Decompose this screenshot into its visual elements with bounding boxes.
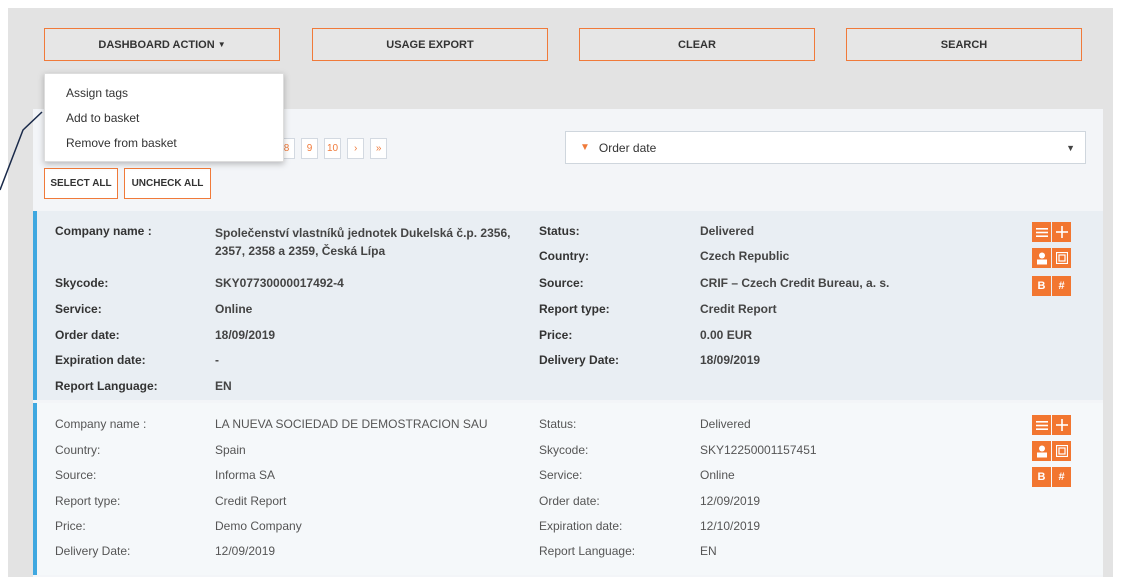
price-value: 0.00 EUR xyxy=(700,328,753,342)
order-date-value: 18/09/2019 xyxy=(215,328,276,342)
order-date-label: Order date: xyxy=(539,494,600,508)
sort-select[interactable]: ▼ Order date ▼ xyxy=(565,131,1086,164)
delivery-date-label: Delivery Date: xyxy=(539,353,620,367)
report-language-label: Report Language: xyxy=(55,379,158,393)
dashboard-action-menu: Assign tags Add to basket Remove from ba… xyxy=(44,73,284,162)
order-date-value: 12/09/2019 xyxy=(700,494,761,508)
report-language-value: EN xyxy=(215,379,232,393)
next-page-button[interactable]: › xyxy=(347,138,365,159)
country-value: Spain xyxy=(215,443,246,457)
service-value: Online xyxy=(700,468,735,482)
country-label: Country: xyxy=(55,443,101,457)
plus-icon[interactable] xyxy=(1052,222,1071,242)
list-icon[interactable] xyxy=(1032,415,1051,435)
service-label: Service: xyxy=(55,302,102,316)
menu-item-assign-tags[interactable]: Assign tags xyxy=(66,86,128,100)
status-value: Delivered xyxy=(700,224,755,238)
search-button[interactable]: SEARCH xyxy=(846,28,1082,61)
service-label: Service: xyxy=(539,468,583,482)
callout-line xyxy=(0,111,43,191)
expiration-date-label: Expiration date: xyxy=(55,353,146,367)
menu-item-add-to-basket[interactable]: Add to basket xyxy=(66,111,139,125)
page-9-button[interactable]: 9 xyxy=(301,138,318,159)
country-value: Czech Republic xyxy=(700,249,790,263)
page-10-button[interactable]: 10 xyxy=(324,138,342,159)
source-value: Informa SA xyxy=(215,468,276,482)
hash-icon[interactable]: # xyxy=(1052,467,1071,487)
price-label: Price: xyxy=(539,328,573,342)
source-label: Source: xyxy=(55,468,97,482)
price-label: Price: xyxy=(55,519,86,533)
expiration-date-label: Expiration date: xyxy=(539,519,623,533)
source-label: Source: xyxy=(539,276,584,290)
print-icon[interactable] xyxy=(1052,441,1071,461)
pagination: 8 9 10 › » xyxy=(278,138,388,159)
b-icon[interactable]: B xyxy=(1032,467,1051,487)
b-icon[interactable]: B xyxy=(1032,276,1051,296)
plus-icon[interactable] xyxy=(1052,415,1071,435)
report-type-label: Report type: xyxy=(539,302,610,316)
report-record: Company name : Společenství vlastníků je… xyxy=(33,211,1103,400)
company-name-value: LA NUEVA SOCIEDAD DE DEMOSTRACION SAU xyxy=(215,417,488,431)
source-value: CRIF – Czech Credit Bureau, a. s. xyxy=(700,276,890,290)
uncheck-all-button[interactable]: UNCHECK ALL xyxy=(124,168,211,199)
company-name-label: Company name : xyxy=(55,224,152,238)
delivery-date-value: 18/09/2019 xyxy=(700,353,761,367)
last-page-button[interactable]: » xyxy=(370,138,388,159)
report-language-value: EN xyxy=(700,544,717,558)
status-label: Status: xyxy=(539,417,577,431)
status-value: Delivered xyxy=(700,417,751,431)
clear-button[interactable]: CLEAR xyxy=(579,28,815,61)
chevron-down-icon: ▼ xyxy=(1066,142,1075,153)
skycode-value: SKY12250001157451 xyxy=(700,443,817,457)
delivery-date-label: Delivery Date: xyxy=(55,544,131,558)
company-name-label: Company name : xyxy=(55,417,147,431)
dashboard-action-label: DASHBOARD ACTION xyxy=(98,38,215,51)
report-type-value: Credit Report xyxy=(215,494,287,508)
dashboard-action-button[interactable]: DASHBOARD ACTION ▼ xyxy=(44,28,280,61)
menu-item-remove-from-basket[interactable]: Remove from basket xyxy=(66,136,177,150)
sort-selected-label: Order date xyxy=(598,140,657,155)
country-label: Country: xyxy=(539,249,589,263)
skycode-label: Skycode: xyxy=(539,443,589,457)
person-icon[interactable] xyxy=(1032,441,1051,461)
service-value: Online xyxy=(215,302,253,316)
company-name-value: Společenství vlastníků jednotek Dukelská… xyxy=(215,226,511,258)
caret-down-icon: ▼ xyxy=(217,40,226,49)
person-icon[interactable] xyxy=(1032,248,1051,268)
order-date-label: Order date: xyxy=(55,328,120,342)
report-record: Company name : LA NUEVA SOCIEDAD DE DEMO… xyxy=(33,403,1103,575)
expiration-date-value: - xyxy=(215,353,219,367)
report-language-label: Report Language: xyxy=(539,544,636,558)
expiration-date-value: 12/10/2019 xyxy=(700,519,761,533)
list-icon[interactable] xyxy=(1032,222,1051,242)
delivery-date-value: 12/09/2019 xyxy=(215,544,276,558)
price-value: Demo Company xyxy=(215,519,302,533)
sort-direction-icon: ▼ xyxy=(580,142,590,153)
print-icon[interactable] xyxy=(1052,248,1071,268)
skycode-label: Skycode: xyxy=(55,276,109,290)
status-label: Status: xyxy=(539,224,580,238)
report-type-label: Report type: xyxy=(55,494,121,508)
report-type-value: Credit Report xyxy=(700,302,777,316)
skycode-value: SKY07730000017492-4 xyxy=(215,276,344,290)
usage-export-button[interactable]: USAGE EXPORT xyxy=(312,28,548,61)
hash-icon[interactable]: # xyxy=(1052,276,1071,296)
